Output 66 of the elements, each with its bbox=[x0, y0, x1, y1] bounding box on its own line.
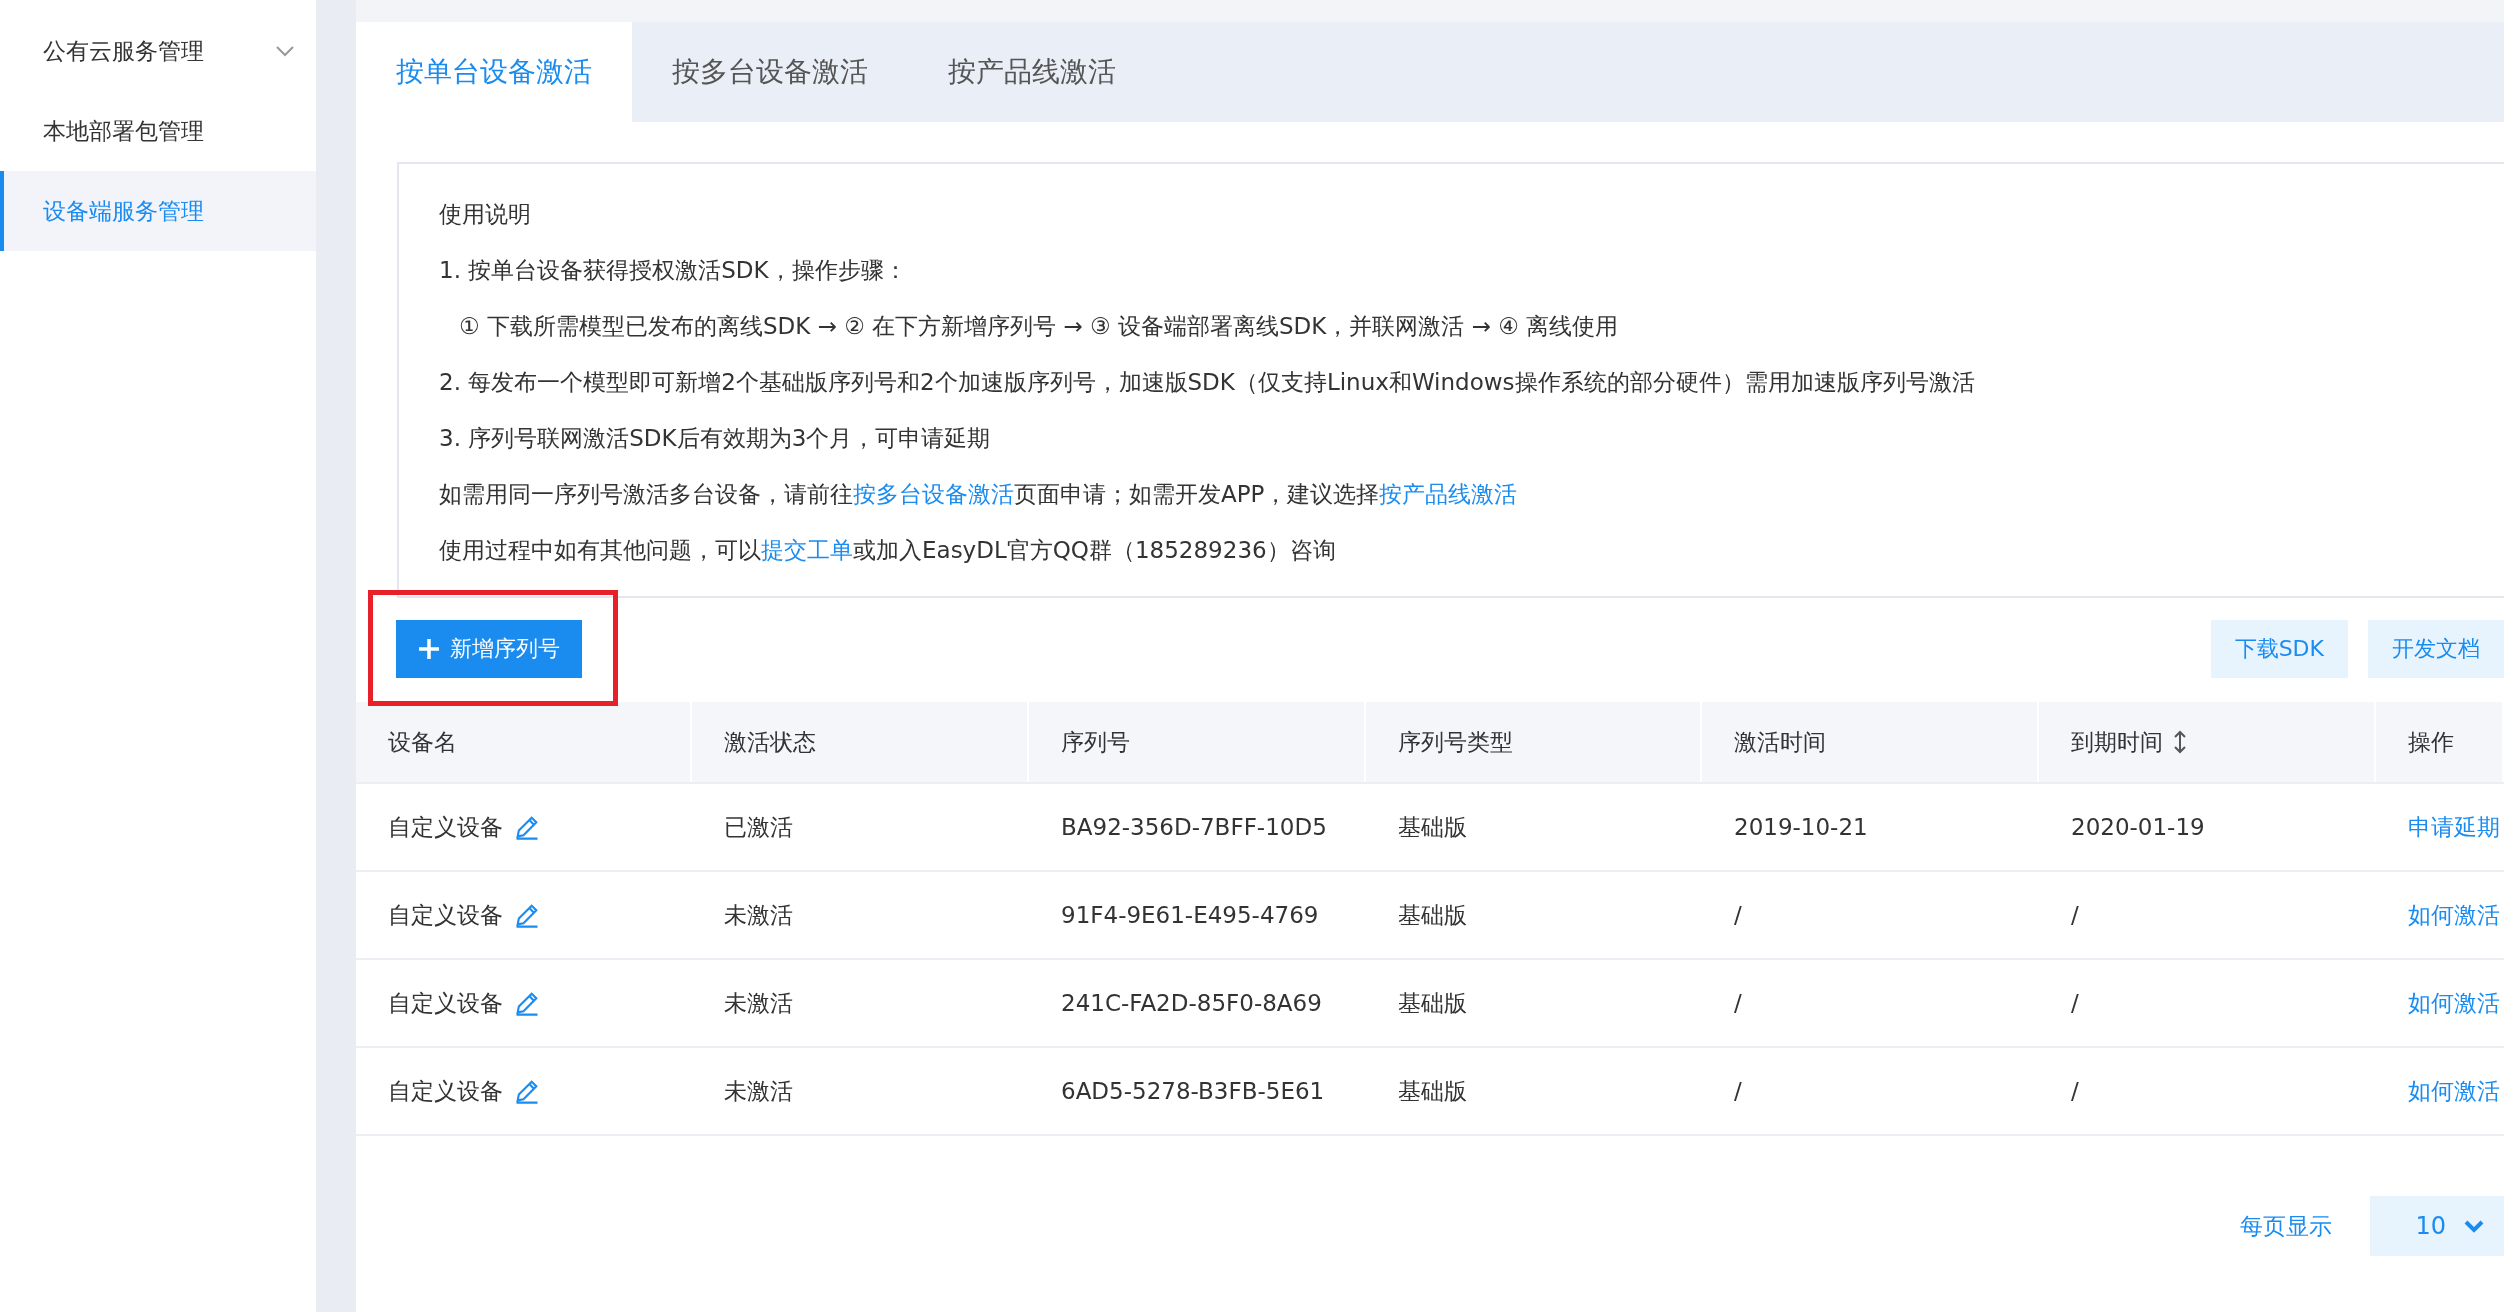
column-header: 激活状态 bbox=[724, 727, 816, 757]
instruction-text: 使用过程中如有其他问题，可以 bbox=[439, 537, 761, 563]
instruction-text: ① 下载所需模型已发布的离线SDK → ② 在下方新增序列号 → ③ 设备端部署离线SDK，并联网激活 → ④ 离线使用 bbox=[459, 313, 1619, 339]
chevron-down-icon bbox=[2464, 1219, 2484, 1233]
plus-icon bbox=[418, 638, 440, 660]
sort-icon[interactable] bbox=[2173, 730, 2187, 754]
instruction-text: 如需用同一序列号激活多台设备，请前往 bbox=[439, 481, 853, 507]
column-header: 设备名 bbox=[388, 727, 457, 757]
action-link[interactable]: 如何激活 bbox=[2408, 987, 2500, 1019]
table-cell-text: 未激活 bbox=[724, 988, 793, 1018]
column-header: 序列号类型 bbox=[1398, 727, 1513, 757]
column-header: 到期时间 bbox=[2071, 727, 2163, 757]
table-cell: 2019-10-21 bbox=[1734, 814, 1868, 840]
table-cell-text: 自定义设备 bbox=[388, 988, 503, 1018]
table-cell-text: 未激活 bbox=[724, 1076, 793, 1106]
action-link[interactable]: 如何激活 bbox=[2408, 899, 2500, 931]
toolbar-button[interactable]: 开发文档 bbox=[2368, 620, 2504, 678]
sidebar-item[interactable]: 公有云服务管理 bbox=[0, 11, 316, 91]
table-cell-text: 自定义设备 bbox=[388, 812, 503, 842]
tab[interactable]: 按多台设备激活 bbox=[632, 22, 908, 122]
tab[interactable]: 按产品线激活 bbox=[908, 22, 1156, 122]
column-header: 操作 bbox=[2408, 727, 2454, 757]
table-cell: 6AD5-5278-B3FB-5E61 bbox=[1061, 1078, 1325, 1104]
instruction-text: 3. 序列号联网激活SDK后有效期为3个月，可申请延期 bbox=[439, 425, 991, 451]
table-cell: / bbox=[2071, 902, 2079, 928]
table-cell-text: 基础版 bbox=[1398, 1076, 1467, 1106]
table-cell: / bbox=[2071, 990, 2079, 1016]
pencil-icon[interactable] bbox=[513, 1077, 541, 1105]
sidebar-item[interactable]: 本地部署包管理 bbox=[0, 91, 316, 171]
text-link[interactable]: 按多台设备激活 bbox=[853, 481, 1014, 507]
sidebar-item[interactable]: 设备端服务管理 bbox=[0, 171, 316, 251]
table-cell-text: 已激活 bbox=[724, 812, 793, 842]
table-cell-text: 未激活 bbox=[724, 900, 793, 930]
table-cell: / bbox=[1734, 902, 1742, 928]
table-cell-text: 自定义设备 bbox=[388, 900, 503, 930]
chevron-icon bbox=[276, 45, 294, 57]
table-cell-text: 基础版 bbox=[1398, 988, 1467, 1018]
table-cell-text: 基础版 bbox=[1398, 812, 1467, 842]
action-link[interactable]: 如何激活 bbox=[2408, 1075, 2500, 1107]
table-cell: 91F4-9E61-E495-4769 bbox=[1061, 902, 1319, 928]
table-cell-text: 基础版 bbox=[1398, 900, 1467, 930]
instruction-text: 或加入EasyDL官方QQ群（185289236）咨询 bbox=[853, 537, 1336, 563]
tab[interactable]: 按单台设备激活 bbox=[356, 22, 632, 122]
column-header: 激活时间 bbox=[1734, 727, 1826, 757]
pencil-icon[interactable] bbox=[513, 901, 541, 929]
add-serial-button[interactable]: 新增序列号 bbox=[396, 620, 582, 678]
column-header: 序列号 bbox=[1061, 727, 1130, 757]
toolbar-button[interactable]: 下载SDK bbox=[2210, 620, 2348, 678]
instruction-text: 页面申请；如需开发APP，建议选择 bbox=[1014, 481, 1380, 507]
text-link[interactable]: 提交工单 bbox=[761, 537, 853, 563]
action-link[interactable]: 申请延期 bbox=[2408, 811, 2500, 843]
table-cell: 2020-01-19 bbox=[2071, 814, 2205, 840]
table-cell: 241C-FA2D-85F0-8A69 bbox=[1061, 990, 1322, 1016]
table-cell-text: 自定义设备 bbox=[388, 1076, 503, 1106]
table-cell: BA92-356D-7BFF-10D5 bbox=[1061, 814, 1327, 840]
page-size-label: 每页显示 bbox=[2240, 1211, 2332, 1241]
page-size-select[interactable]: 10 bbox=[2370, 1196, 2504, 1256]
pencil-icon[interactable] bbox=[513, 989, 541, 1017]
pencil-icon[interactable] bbox=[513, 813, 541, 841]
table-cell: / bbox=[1734, 1078, 1742, 1104]
table-cell: / bbox=[1734, 990, 1742, 1016]
instructions-title: 使用说明 bbox=[439, 200, 532, 229]
instruction-text: 1. 按单台设备获得授权激活SDK，操作步骤： bbox=[439, 257, 907, 283]
text-link[interactable]: 按产品线激活 bbox=[1379, 481, 1518, 507]
instruction-text: 2. 每发布一个模型即可新增2个基础版序列号和2个加速版序列号，加速版SDK（仅支持Linux和Windows操作系统的部分硬件）需用加速版序列号激活 bbox=[439, 369, 1975, 395]
table-cell: / bbox=[2071, 1078, 2079, 1104]
